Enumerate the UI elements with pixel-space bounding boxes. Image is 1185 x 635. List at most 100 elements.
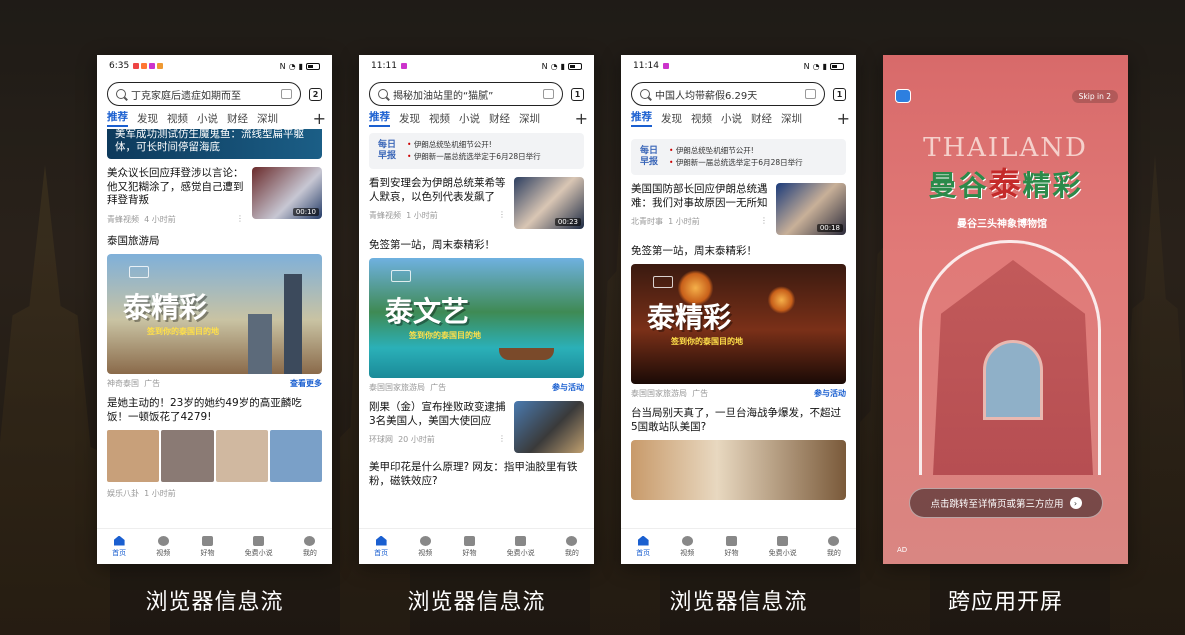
status-bar: 6:35 N ◔ ▮ [97, 55, 332, 77]
splash-cta-button[interactable]: 点击跳转至详情页或第三方应用 › [909, 488, 1103, 518]
ad-cta-link[interactable]: 查看更多 [290, 378, 322, 389]
news-source: 北青时事 [631, 217, 663, 227]
news-item[interactable]: 台当局别天真了，一旦台海战争爆发，不超过5国敢站队美国? [621, 399, 856, 434]
more-icon[interactable]: ⋮ [498, 210, 506, 221]
add-tab-icon[interactable]: + [313, 109, 326, 128]
nav-video[interactable]: 视频 [156, 535, 170, 558]
tab-discover[interactable]: 发现 [399, 111, 420, 126]
search-query: 揭秘加油站里的“猫腻” [393, 90, 494, 102]
ad-title: 免签第一站，周末泰精彩！ [369, 239, 495, 251]
status-time: 6:35 [109, 61, 130, 71]
more-icon[interactable]: ⋮ [236, 214, 244, 225]
nav-home[interactable]: 首页 [374, 535, 388, 558]
tab-video[interactable]: 视频 [429, 111, 450, 126]
nav-home[interactable]: 首页 [112, 535, 126, 558]
news-title: 美国国防部长回应伊朗总统遇难：我们对事故原因一无所知 [631, 183, 768, 209]
daily-brief-card[interactable]: 每日早报 伊朗总统坠机细节公开! 伊朗新一届总统选举定于6月28日举行 [631, 139, 846, 175]
news-thumbnail: 00:10 [252, 167, 322, 219]
tab-count-button[interactable]: 1 [833, 87, 846, 101]
ad-cta-link[interactable]: 参与活动 [814, 388, 846, 399]
nav-video[interactable]: 视频 [418, 535, 432, 558]
tab-shenzhen[interactable]: 深圳 [257, 111, 278, 126]
news-source: 环球网 [369, 435, 393, 445]
tab-shenzhen[interactable]: 深圳 [519, 111, 540, 126]
nav-me[interactable]: 我的 [565, 535, 579, 558]
news-time: 1 小时前 [668, 217, 700, 227]
tab-finance[interactable]: 财经 [227, 111, 248, 126]
tab-novel[interactable]: 小说 [459, 111, 480, 126]
scan-icon[interactable] [281, 89, 292, 99]
news-source: 娱乐八卦 [107, 489, 139, 499]
top-video-card[interactable]: 美军成功测试仿生魔鬼鱼：流线型扁平躯体，可长时间停留海底 [107, 129, 322, 159]
tab-video[interactable]: 视频 [691, 111, 712, 126]
search-icon [378, 89, 388, 99]
tab-recommend[interactable]: 推荐 [107, 109, 128, 127]
ad-card[interactable]: 泰国旅游局 泰精彩 签到你的泰国目的地 神奇泰国 广告 查看更多 [97, 225, 332, 389]
bag-icon [463, 535, 475, 546]
news-time: 1 小时前 [406, 211, 438, 221]
home-icon [637, 535, 649, 546]
nav-novel[interactable]: 免费小说 [769, 535, 797, 558]
news-item[interactable]: 美国国防部长回应伊朗总统遇难：我们对事故原因一无所知 北青时事 1 小时前 ⋮ 0… [621, 175, 856, 235]
nav-video[interactable]: 视频 [680, 535, 694, 558]
tab-finance[interactable]: 财经 [489, 111, 510, 126]
tab-recommend[interactable]: 推荐 [631, 109, 652, 127]
nav-me[interactable]: 我的 [827, 535, 841, 558]
add-tab-icon[interactable]: + [837, 109, 850, 128]
notification-icons [400, 63, 407, 69]
user-icon [304, 535, 316, 546]
daily-brief-item: 伊朗总统坠机细节公开! [407, 139, 541, 151]
video-icon [419, 535, 431, 546]
ad-title: 免签第一站，周末泰精彩！ [631, 245, 757, 257]
tab-video[interactable]: 视频 [167, 111, 188, 126]
tab-count-button[interactable]: 1 [571, 87, 584, 101]
tab-discover[interactable]: 发现 [661, 111, 682, 126]
ad-image: 泰精彩 签到你的泰国目的地 [631, 264, 846, 384]
tab-count-button[interactable]: 2 [309, 87, 322, 101]
search-input[interactable]: 丁克家庭后遗症如期而至 [107, 82, 301, 106]
more-icon[interactable]: ⋮ [498, 434, 506, 445]
search-input[interactable]: 揭秘加油站里的“猫腻” [369, 82, 563, 106]
news-item[interactable]: 美甲印花是什么原理? 网友：指甲油胶里有铁粉，磁铁效应? [359, 453, 594, 488]
caption-3: 浏览器信息流 [669, 590, 808, 615]
tab-novel[interactable]: 小说 [197, 111, 218, 126]
ad-advertiser: 神奇泰国 [107, 378, 139, 388]
news-feed: 每日早报 伊朗总统坠机细节公开! 伊朗新一届总统选举定于6月28日举行 看到安理… [359, 129, 594, 528]
skip-button[interactable]: Skip in 2 [1071, 90, 1118, 103]
news-time: 4 小时前 [144, 214, 176, 224]
splash-brand-cn: 曼谷泰精彩 [928, 165, 1083, 203]
news-title: 是她主动的！23岁的她约49岁的高亚麟吃饭！一顿饭花了4279! [107, 396, 302, 423]
splash-ad-screen[interactable]: Skip in 2 THAILAND 曼谷泰精彩 曼谷三头神象博物馆 点击跳转至… [883, 55, 1128, 564]
news-item[interactable]: 是她主动的！23岁的她约49岁的高亚麟吃饭！一顿饭花了4279! [97, 389, 332, 424]
nav-novel[interactable]: 免费小说 [245, 535, 273, 558]
tourism-logo [129, 265, 149, 278]
nav-me[interactable]: 我的 [303, 535, 317, 558]
nav-goods[interactable]: 好物 [724, 535, 738, 558]
ad-cta-link[interactable]: 参与活动 [552, 382, 584, 393]
video-duration: 00:10 [292, 208, 319, 216]
ad-image: 泰精彩 签到你的泰国目的地 [107, 253, 322, 374]
tab-recommend[interactable]: 推荐 [369, 109, 390, 127]
scan-icon[interactable] [543, 89, 554, 99]
tab-finance[interactable]: 财经 [751, 111, 772, 126]
scan-icon[interactable] [805, 89, 816, 99]
news-item[interactable]: 看到安理会为伊朗总统莱希等人默哀，以色列代表发飙了 青蜂视频 1 小时前 ⋮ 00… [359, 169, 594, 229]
nav-goods[interactable]: 好物 [200, 535, 214, 558]
add-tab-icon[interactable]: + [575, 109, 588, 128]
nav-novel[interactable]: 免费小说 [507, 535, 535, 558]
tab-novel[interactable]: 小说 [721, 111, 742, 126]
ad-card[interactable]: 免签第一站，周末泰精彩！ 泰精彩 签到你的泰国目的地 泰国国家旅游局 广告 参与活… [621, 235, 856, 399]
news-item[interactable]: 刚果（金）宣布挫败政变逮捕3名美国人，美国大使回应 环球网 20 小时前 ⋮ [359, 393, 594, 453]
nav-home[interactable]: 首页 [636, 535, 650, 558]
news-item[interactable]: 美众议长回应拜登涉以言论：他又犯糊涂了，感觉自己遭到拜登背叛 青蜂视频 4 小时… [97, 159, 332, 225]
phone-screenshot-2: 11:11 N ◔ ▮ 揭秘加油站里的“猫腻” 1 推荐 发现 视频 小说 财经 深… [359, 55, 594, 564]
search-input[interactable]: 中国人均带薪假6.29天 [631, 82, 825, 106]
status-time: 11:11 [371, 61, 397, 71]
ad-card[interactable]: 免签第一站，周末泰精彩！ 泰文艺 签到你的泰国目的地 泰国国家旅游局 广告 参与活… [359, 229, 594, 393]
more-icon[interactable]: ⋮ [760, 216, 768, 227]
tab-shenzhen[interactable]: 深圳 [781, 111, 802, 126]
bottom-nav: 首页 视频 好物 免费小说 我的 [621, 528, 856, 564]
tab-discover[interactable]: 发现 [137, 111, 158, 126]
nav-goods[interactable]: 好物 [462, 535, 476, 558]
daily-brief-card[interactable]: 每日早报 伊朗总统坠机细节公开! 伊朗新一届总统选举定于6月28日举行 [369, 133, 584, 169]
